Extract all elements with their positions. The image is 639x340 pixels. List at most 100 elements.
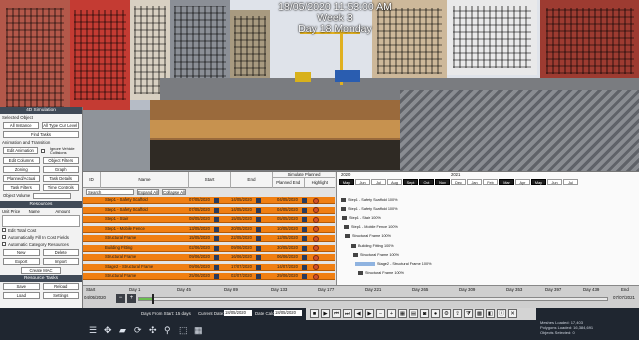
planned-end-column-header[interactable]: Planned End (273, 178, 305, 187)
new-resource-button[interactable]: New (3, 248, 40, 256)
amount-column[interactable]: Amount (55, 209, 80, 214)
chart-icon[interactable]: ▤ (409, 309, 418, 318)
task-row[interactable]: Building Fitting 02/06/2020 09/06/2020 30/0… (83, 244, 335, 252)
calendar-icon[interactable] (302, 236, 307, 241)
task-row[interactable]: Stage2 - Structural Frame 09/06/2020 17/07… (83, 263, 335, 271)
timeline-track[interactable] (138, 297, 608, 301)
camera-icon[interactable]: ◙ (420, 309, 429, 318)
gantt-bar[interactable] (353, 253, 358, 257)
task-row[interactable]: Step1 - Stair 08/05/2020 15/05/2020 05/05/2… (83, 216, 335, 224)
resources-list[interactable] (2, 214, 80, 227)
calendar-icon[interactable] (214, 217, 219, 222)
highlight-column-header[interactable]: Highlight (305, 178, 336, 187)
highlight-icon[interactable] (313, 197, 319, 204)
speed-down-icon[interactable]: − (376, 309, 385, 318)
task-row[interactable]: Step1 - Safety Scaffold 07/05/2020 14/05/2… (83, 206, 335, 214)
info-icon[interactable]: ⓘ (497, 309, 506, 318)
calendar-icon[interactable] (214, 274, 219, 279)
rotate-icon[interactable]: ⟳ (134, 325, 142, 335)
timeline-zoom-in-button[interactable]: + (127, 294, 136, 303)
month-cell[interactable]: May (339, 179, 354, 185)
name-column-header[interactable]: Name (101, 172, 189, 188)
gantt-chart[interactable]: 2020 2021 May Jun Jul Aug Sept Oct Nov D… (336, 172, 639, 286)
highlight-icon[interactable] (313, 226, 319, 232)
task-row[interactable]: Step1 - Safety Scaffold 07/05/2020 14/05/2… (83, 197, 335, 205)
expand-all-button[interactable]: Expand All (137, 189, 159, 195)
current-date-input[interactable]: 18/05/2020 (224, 310, 252, 316)
export-button[interactable]: Export (3, 257, 40, 265)
calendar-icon[interactable] (302, 264, 307, 270)
month-cell[interactable]: Apr (515, 179, 530, 185)
highlight-icon[interactable] (313, 264, 319, 270)
play-icon[interactable]: ▶ (321, 309, 330, 318)
month-cell[interactable]: Feb (483, 179, 498, 185)
unit-price-column[interactable]: Unit Price (2, 209, 27, 214)
month-cell[interactable]: Jan (467, 179, 482, 185)
month-cell[interactable]: Jul (371, 179, 386, 185)
move-icon[interactable]: ✥ (104, 325, 112, 335)
calendar-icon[interactable] (302, 217, 307, 222)
edit-columns-button[interactable]: Edit Columns (3, 156, 40, 164)
gantt-bar[interactable] (358, 271, 363, 275)
month-cell[interactable]: Jun (547, 179, 562, 185)
filter-icon[interactable]: ⧩ (464, 309, 473, 318)
calendar-icon[interactable] (302, 207, 307, 213)
calendar-icon[interactable] (214, 236, 219, 241)
stop-icon[interactable]: ■ (310, 309, 319, 318)
zoning-button[interactable]: Zoning (3, 165, 40, 173)
grid-icon[interactable]: ▩ (475, 309, 484, 318)
collapse-all-button[interactable]: Collapse All (162, 189, 186, 195)
highlight-icon[interactable] (313, 216, 319, 223)
calendar-icon[interactable] (302, 198, 307, 203)
calendar-icon[interactable] (214, 255, 219, 260)
gantt-bar[interactable] (345, 234, 350, 238)
object-filters-button[interactable]: Object Filters (42, 156, 79, 164)
id-column-header[interactable]: ID (83, 172, 101, 188)
find-tasks-button[interactable]: Find Tasks (3, 131, 79, 138)
calendar-icon[interactable] (256, 264, 261, 270)
calendar-icon[interactable] (214, 198, 219, 203)
highlight-icon[interactable] (313, 207, 319, 213)
task-details-button[interactable]: Task Details (42, 174, 79, 182)
calendar-icon[interactable] (214, 207, 219, 213)
month-cell[interactable]: Mar (499, 179, 514, 185)
ignore-vehicle-checkbox[interactable] (40, 148, 45, 153)
end-column-header[interactable]: End (231, 172, 273, 188)
month-cell[interactable]: Nov (435, 179, 450, 185)
highlight-icon[interactable] (313, 254, 319, 261)
calendar-icon[interactable] (256, 226, 261, 232)
task-row[interactable]: Structural Frame 25/06/2020 02/07/2020 29/0… (83, 273, 335, 281)
month-cell[interactable]: Sept (403, 179, 418, 185)
close-icon[interactable]: ✕ (508, 309, 517, 318)
month-cell[interactable]: Jun (355, 179, 370, 185)
timeline-zoom-out-button[interactable]: − (116, 294, 125, 303)
all-instance-button[interactable]: All Instance (3, 122, 39, 129)
folder-icon[interactable]: ▰ (119, 325, 126, 335)
task-row[interactable]: Structural Frame 09/06/2020 16/06/2020 06/0… (83, 254, 335, 262)
settings-icon[interactable]: ⚙ (442, 309, 451, 318)
export-icon[interactable]: ⇪ (453, 309, 462, 318)
load-button[interactable]: Load (3, 291, 40, 299)
month-cell[interactable]: Aug (387, 179, 402, 185)
calendar-icon[interactable] (256, 217, 261, 222)
calendar-icon[interactable] (256, 245, 261, 251)
highlight-icon[interactable] (313, 235, 319, 242)
step-forward-icon[interactable]: ⏭ (343, 309, 352, 318)
gantt-bar[interactable] (342, 216, 347, 220)
month-cell[interactable]: Oct (419, 179, 434, 185)
calendar-icon[interactable] (214, 264, 219, 270)
edit-total-cost-checkbox[interactable] (2, 228, 6, 233)
calendar-icon[interactable] (256, 207, 261, 213)
walk-icon[interactable]: ⚲ (164, 325, 171, 335)
date-calc-input[interactable]: 18/05/2020 (274, 310, 302, 316)
calendar-icon[interactable] (214, 226, 219, 232)
highlight-icon[interactable] (313, 245, 319, 251)
gantt-bar[interactable] (341, 207, 346, 211)
month-cell[interactable]: Dec (451, 179, 466, 185)
calendar-icon[interactable] (302, 226, 307, 232)
task-filters-button[interactable]: Task Filters (3, 183, 40, 191)
list-icon[interactable]: ☰ (89, 325, 97, 335)
calendar-icon[interactable] (302, 245, 307, 251)
reload-button[interactable]: Reload (42, 282, 79, 290)
object-volume-input[interactable] (33, 192, 72, 199)
